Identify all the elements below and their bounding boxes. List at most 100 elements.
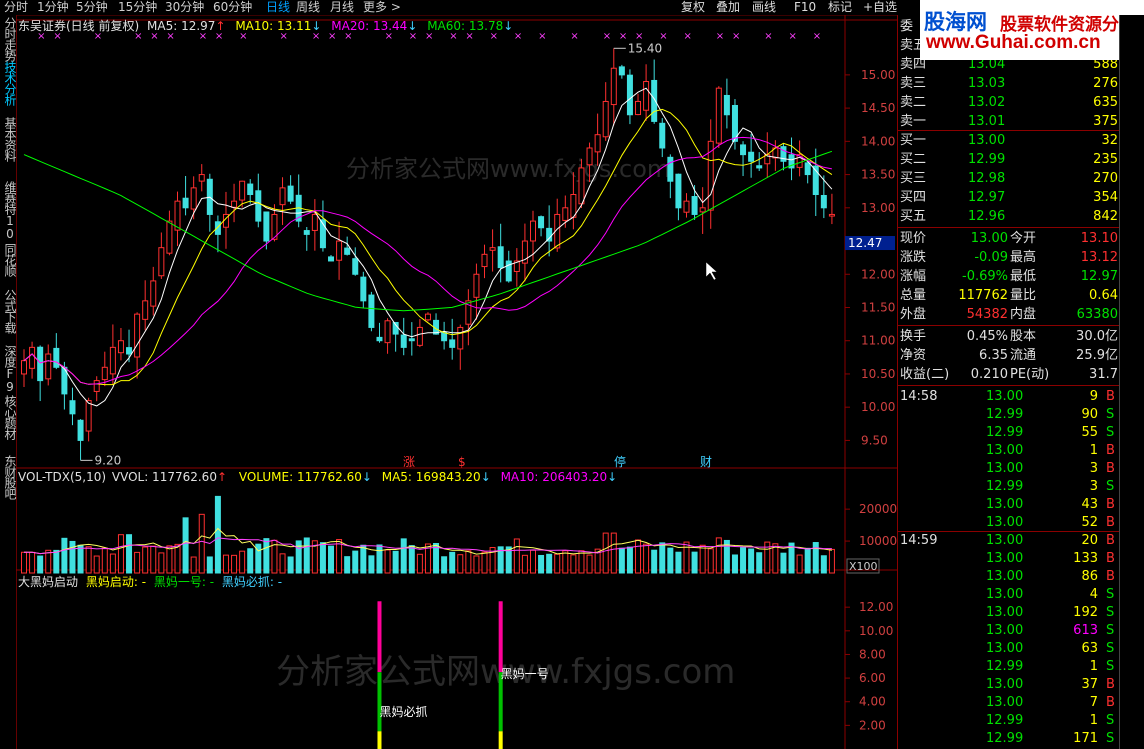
tick-row: 12.99 171 S <box>898 730 1120 748</box>
quote-cell: 37 <box>1081 677 1098 692</box>
period-tab[interactable]: 60分钟 <box>213 0 252 15</box>
quote-cell: S <box>1106 479 1115 494</box>
volume-bar <box>222 554 229 574</box>
indicator-label-b: 黑妈一号 <box>501 667 549 681</box>
candle-body <box>352 258 359 275</box>
period-tab[interactable]: 1分钟 <box>37 0 69 15</box>
candle-body <box>756 165 763 169</box>
volume-bar <box>352 550 359 574</box>
indicator-signal-bar <box>377 731 382 749</box>
toolbar-button[interactable]: +自选 <box>863 0 897 15</box>
left-tab[interactable]: 东财股吧 <box>0 455 17 499</box>
candle-body <box>287 185 294 202</box>
right-edge-strip <box>1119 15 1144 749</box>
left-tab[interactable]: 公式下载 <box>0 289 17 333</box>
quote-cell: 171 <box>1073 731 1098 746</box>
volume-bar <box>109 553 116 574</box>
quote-cell: 613 <box>1073 623 1098 638</box>
price-tick-label: 13.00 <box>861 201 895 215</box>
quote-cell: 842 <box>1093 209 1118 224</box>
quote-cell: 7 <box>1089 695 1098 710</box>
volume-bar <box>699 544 706 574</box>
candle-body <box>562 207 569 221</box>
period-tab[interactable]: 周线 <box>296 0 320 15</box>
price-tick-label: 11.50 <box>861 300 895 314</box>
volume-bar <box>134 551 141 574</box>
period-tab[interactable]: 5分钟 <box>76 0 108 15</box>
main-chart-title: 东吴证券(日线 前复权) <box>18 19 140 33</box>
volume-bar <box>117 534 124 574</box>
left-tab[interactable]: 同花顺 <box>0 243 17 276</box>
tick-row: 13.00 4 S <box>898 586 1120 604</box>
left-tab[interactable]: 技术分析 <box>0 61 17 105</box>
left-tab[interactable]: 维赛特10 <box>0 181 17 240</box>
indicator-signal-bar <box>498 731 503 749</box>
quote-cell: 3 <box>1089 479 1098 494</box>
left-tab[interactable]: 深度F9 <box>0 345 17 393</box>
toolbar-button[interactable]: F10 <box>794 0 816 15</box>
quote-cell: B <box>1106 443 1115 458</box>
candle-body <box>626 74 633 116</box>
quote-cell: S <box>1106 623 1115 638</box>
quote-cell: 13.10 <box>1080 231 1118 246</box>
quote-cell: 133 <box>1073 551 1098 566</box>
candle-body <box>190 187 197 210</box>
candle-body <box>489 247 496 251</box>
period-tab[interactable]: 30分钟 <box>165 0 204 15</box>
candle-body <box>828 213 835 217</box>
left-tab[interactable]: 基本资料 <box>0 117 17 161</box>
volume-bar <box>231 554 238 574</box>
volume-bar <box>416 553 423 574</box>
toolbar-button[interactable]: 叠加 <box>716 0 740 15</box>
period-tab[interactable]: 月线 <box>330 0 354 15</box>
quote-cell: 净资 <box>900 348 927 363</box>
tick-row: 13.00 192 S <box>898 604 1120 622</box>
quote-cell: 13.00 <box>986 605 1024 620</box>
toolbar-button[interactable]: 复权 <box>681 0 705 15</box>
period-tab[interactable]: 日线 <box>266 0 290 15</box>
x-marker: × <box>732 31 740 42</box>
volume-bar <box>384 549 391 574</box>
volume-bar <box>441 556 448 574</box>
period-tab[interactable]: 更多 > <box>363 0 401 15</box>
period-tab[interactable]: 15分钟 <box>118 0 157 15</box>
quote-cell: 买三 <box>900 171 927 186</box>
left-tab[interactable]: 分时走势 <box>0 17 17 61</box>
quote-cell: 354 <box>1093 190 1118 205</box>
indicator-title: 大黑妈启动 <box>18 575 79 589</box>
quote-cell: 4 <box>1089 587 1098 602</box>
indicator-line1: 黑妈启动: - <box>85 575 147 589</box>
period-tab[interactable]: 分时 <box>4 0 28 15</box>
candle-body <box>45 353 52 380</box>
quote-cell: 涨幅 <box>900 269 927 284</box>
candle-body <box>457 326 464 350</box>
x-marker: × <box>813 31 821 42</box>
indicator-tick-label: 4.00 <box>859 695 886 709</box>
toolbar-button[interactable]: 标记 <box>828 0 852 15</box>
quote-cell: 12.99 <box>986 659 1024 674</box>
price-tick-label: 9.50 <box>861 433 888 447</box>
tick-row: 12.99 1 S <box>898 712 1120 730</box>
candle-body <box>158 247 165 277</box>
toolbar-button[interactable]: 画线 <box>752 0 776 15</box>
x-marker: × <box>764 31 772 42</box>
chart-area[interactable]: 15.0014.5014.0013.5013.0012.5012.0011.50… <box>16 15 897 749</box>
volume-bar <box>408 545 415 574</box>
x-marker: × <box>683 31 691 42</box>
quote-cell: B <box>1106 461 1115 476</box>
candle-body <box>328 256 335 262</box>
ma60-label: MA60: 13.78 <box>427 19 504 33</box>
tick-row: 12.99 55 S <box>898 424 1120 442</box>
candle-body <box>231 200 238 208</box>
volume-bar <box>21 551 27 574</box>
volume-bar <box>538 554 545 574</box>
quote-cell: 总量 <box>900 288 927 303</box>
event-marker: 涨 <box>403 454 415 469</box>
candle-body <box>408 338 415 342</box>
indicator-label-a: 黑妈必抓 <box>379 705 427 719</box>
candle-body <box>691 196 698 215</box>
quote-cell: B <box>1106 389 1115 404</box>
left-tab[interactable]: 核心题材 <box>0 395 17 439</box>
quote-cell: 13.00 <box>986 515 1024 530</box>
quote-cell: B <box>1106 497 1115 512</box>
